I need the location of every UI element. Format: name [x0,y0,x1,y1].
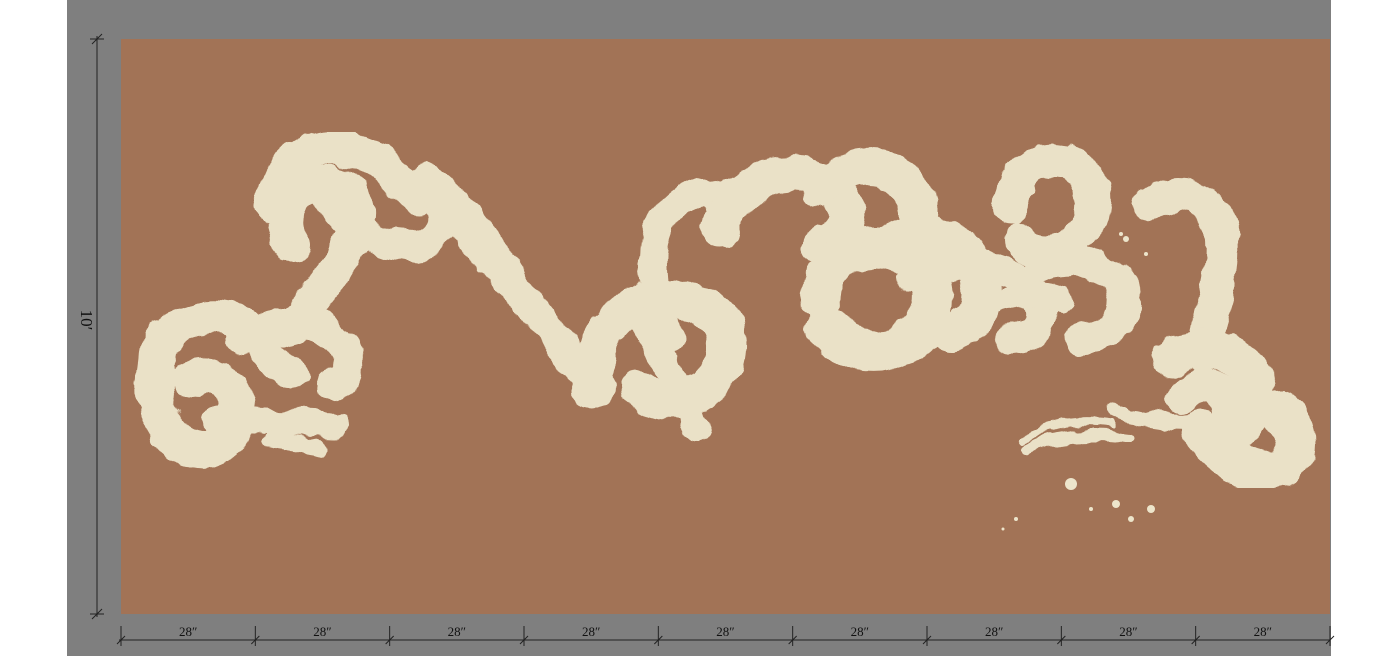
panel-width-label: 28″ [850,624,870,639]
panel-width-label: 28″ [581,624,601,639]
panel-width-label: 28″ [1119,624,1138,639]
height-dimension-label: 10′ [77,309,96,331]
panel-width-label: 28″ [447,624,467,639]
panel-width-label: 28″ [716,624,735,639]
panel-width-label: 28″ [178,624,198,639]
panel-width-label: 28″ [313,624,332,639]
panel-width-label: 28″ [1253,624,1273,639]
mural-artwork [121,39,1330,614]
panel-width-label: 28″ [984,624,1004,639]
brush-stroke-artwork [135,131,1316,531]
